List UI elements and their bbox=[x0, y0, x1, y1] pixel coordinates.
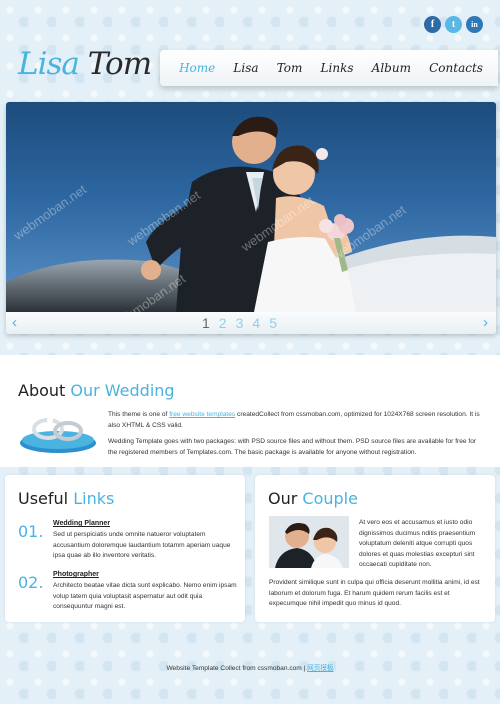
slider-page-2[interactable]: 2 bbox=[219, 315, 227, 331]
footer-link[interactable]: 网页模板 bbox=[307, 665, 333, 672]
item-number: 02. bbox=[18, 573, 44, 592]
our-couple-heading-highlight: Couple bbox=[302, 489, 358, 508]
nav-item-album[interactable]: Album bbox=[372, 61, 411, 75]
item-number: 01. bbox=[18, 522, 44, 541]
nav-item-links[interactable]: Links bbox=[321, 61, 354, 75]
slider-prev-arrow-icon[interactable]: ‹ bbox=[12, 314, 17, 331]
useful-links-heading-plain: Useful bbox=[18, 489, 74, 508]
logo-name-lisa: Lisa bbox=[18, 46, 80, 82]
about-text: This theme is one of free website templa… bbox=[108, 410, 484, 464]
slider-page-5[interactable]: 5 bbox=[269, 315, 277, 331]
main-nav: Home Lisa Tom Links Album Contacts bbox=[160, 50, 498, 86]
linkedin-icon[interactable]: in bbox=[466, 16, 483, 33]
useful-links-heading-highlight: Links bbox=[73, 489, 115, 508]
free-templates-link[interactable]: free website templates bbox=[169, 411, 235, 418]
wedding-rings-image bbox=[20, 417, 96, 453]
item-description: Sed ut perspiciatis unde omnite natueror… bbox=[53, 531, 231, 559]
our-couple-heading: Our Couple bbox=[268, 489, 358, 508]
slider-next-arrow-icon[interactable]: › bbox=[483, 314, 488, 331]
about-p1-text: This theme is one of bbox=[108, 411, 170, 418]
nav-item-tom[interactable]: Tom bbox=[277, 61, 303, 75]
watermark-text: webmoban.net bbox=[10, 181, 90, 243]
slider-pagination: 1 2 3 4 5 bbox=[202, 315, 277, 331]
couple-text-2: Provident similique sunt in culpa qui of… bbox=[269, 579, 480, 607]
wedding-planner-link[interactable]: Wedding Planner bbox=[53, 520, 110, 527]
about-heading: About Our Wedding bbox=[18, 381, 175, 400]
photographer-link[interactable]: Photographer bbox=[53, 571, 99, 578]
nav-item-home[interactable]: Home bbox=[179, 61, 215, 75]
social-icons: f t in bbox=[424, 16, 483, 33]
useful-links-box: Useful Links 01. Wedding Planner Sed ut … bbox=[5, 475, 245, 622]
couple-photo-illustration bbox=[269, 516, 349, 568]
slider-page-1[interactable]: 1 bbox=[202, 315, 210, 331]
useful-links-heading: Useful Links bbox=[18, 489, 114, 508]
about-section: About Our Wedding This theme is one of f… bbox=[0, 355, 500, 467]
site-logo[interactable]: Lisa Tom bbox=[18, 46, 152, 82]
hero-slide-image: webmoban.net webmoban.net webmoban.net w… bbox=[6, 102, 496, 312]
twitter-icon[interactable]: t bbox=[445, 16, 462, 33]
item-description: Architecto beatae vitae dicta sunt expli… bbox=[53, 582, 237, 610]
facebook-icon[interactable]: f bbox=[424, 16, 441, 33]
about-heading-plain: About bbox=[18, 381, 71, 400]
about-paragraph-1: This theme is one of free website templa… bbox=[108, 410, 484, 431]
slider-page-4[interactable]: 4 bbox=[252, 315, 260, 331]
nav-item-contacts[interactable]: Contacts bbox=[429, 61, 483, 75]
hero-slider: webmoban.net webmoban.net webmoban.net w… bbox=[6, 102, 496, 334]
slider-page-3[interactable]: 3 bbox=[236, 315, 244, 331]
about-paragraph-2: Wedding Template goes with two packages:… bbox=[108, 438, 477, 456]
about-heading-highlight: Our Wedding bbox=[70, 381, 175, 400]
slider-controls: ‹ 1 2 3 4 5 › bbox=[6, 312, 496, 334]
couple-photo bbox=[269, 516, 349, 568]
wedding-couple-illustration: webmoban.net webmoban.net webmoban.net w… bbox=[6, 116, 496, 312]
our-couple-heading-plain: Our bbox=[268, 489, 303, 508]
nav-item-lisa[interactable]: Lisa bbox=[233, 61, 258, 75]
logo-name-tom: Tom bbox=[87, 46, 152, 82]
couple-text-1: At vero eos et accusamus et iusto odio d… bbox=[359, 519, 476, 568]
footer: Website Template Collect from cssmoban.c… bbox=[0, 662, 500, 672]
footer-text: Website Template Collect from cssmoban.c… bbox=[166, 665, 308, 672]
our-couple-box: Our Couple At vero eos et accusamus et i… bbox=[255, 475, 495, 622]
